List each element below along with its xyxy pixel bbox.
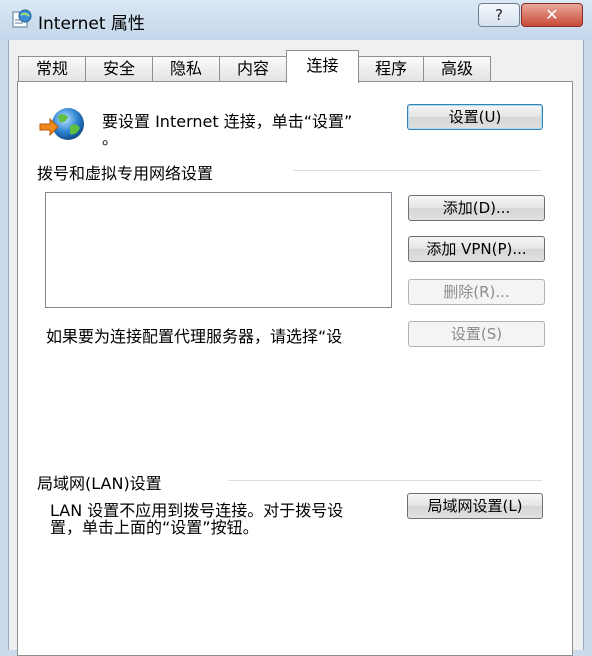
lan-description-line2: 置，单击上面的“设置”按钮。 xyxy=(50,518,259,537)
remove-connection-button[interactable]: 删除(R)... xyxy=(408,279,545,305)
setup-description: 要设置 Internet 连接，单击“设置” xyxy=(102,112,353,131)
dialup-heading: 拨号和虚拟专用网络设置 xyxy=(37,164,214,183)
lan-settings-button[interactable]: 局域网设置(L) xyxy=(407,493,543,519)
add-vpn-button[interactable]: 添加 VPN(P)... xyxy=(408,236,545,262)
setup-button[interactable]: 设置(U) xyxy=(407,104,543,130)
connections-list[interactable] xyxy=(45,192,392,308)
dialup-separator xyxy=(293,170,541,171)
proxy-description: 如果要为连接配置代理服务器，请选择“设 xyxy=(46,327,343,346)
connection-settings-button[interactable]: 设置(S) xyxy=(408,321,545,347)
setup-description-end: 。 xyxy=(102,129,119,148)
globe-connection-icon xyxy=(39,108,84,140)
add-connection-button[interactable]: 添加(D)... xyxy=(408,195,545,221)
lan-separator xyxy=(228,480,542,481)
lan-heading: 局域网(LAN)设置 xyxy=(37,474,162,493)
